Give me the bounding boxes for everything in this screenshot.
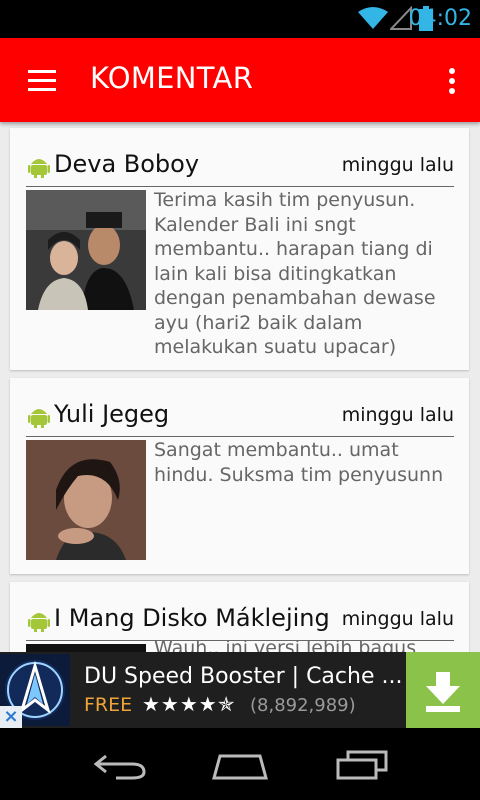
android-icon <box>28 613 50 632</box>
comment-text: Sangat membantu.. umat hindu. Suksma tim… <box>154 439 444 486</box>
android-icon <box>28 409 50 428</box>
avatar <box>26 190 146 310</box>
clock: 04:02 <box>408 6 472 31</box>
comment-text: Terima kasih tim penyusun. Kalender Bali… <box>154 189 436 358</box>
page-title: KOMENTAR <box>90 61 254 95</box>
comment-time: minggu lalu <box>337 154 454 176</box>
download-icon <box>426 672 460 712</box>
comment-text: Wauh.. ini versi lebih bagus <box>154 637 417 652</box>
overflow-menu-icon[interactable] <box>446 66 458 96</box>
comment-card: Yuli Jegeg minggu lalu Sangat membantu..… <box>10 378 469 574</box>
ad-banner[interactable]: × DU Speed Booster | Cache ... FREE ★★★★… <box>0 652 480 728</box>
home-icon[interactable] <box>212 750 268 780</box>
ad-price: FREE <box>84 694 133 716</box>
ad-title[interactable]: DU Speed Booster | Cache ... <box>84 664 402 689</box>
back-icon[interactable] <box>92 750 148 780</box>
comment-list[interactable]: Deva Boboy minggu lalu Terima kasih tim … <box>0 122 480 652</box>
rating-stars: ★★★★✯ <box>142 692 236 716</box>
avatar <box>26 644 146 652</box>
status-bar: 04:02 <box>0 0 480 38</box>
system-nav-bar <box>0 728 480 800</box>
comment-card: Deva Boboy minggu lalu Terima kasih tim … <box>10 128 469 370</box>
ad-close-icon[interactable]: × <box>0 706 22 728</box>
comment-header: Deva Boboy minggu lalu <box>26 150 454 187</box>
comment-time: minggu lalu <box>337 608 454 630</box>
commenter-name: Yuli Jegeg <box>54 400 170 428</box>
commenter-name: I Mang Disko Máklejing <box>54 604 330 632</box>
app-bar: KOMENTAR <box>0 38 480 122</box>
wifi-icon <box>358 7 388 29</box>
download-button[interactable] <box>406 652 480 728</box>
comment-header: Yuli Jegeg minggu lalu <box>26 400 454 437</box>
recent-apps-icon[interactable] <box>334 750 390 780</box>
android-icon <box>28 159 50 178</box>
commenter-name: Deva Boboy <box>54 150 200 178</box>
hamburger-menu-icon[interactable] <box>20 64 56 96</box>
comment-card: I Mang Disko Máklejing minggu lalu Wauh.… <box>10 582 469 652</box>
avatar <box>26 440 146 560</box>
comment-time: minggu lalu <box>337 404 454 426</box>
rating-count: (8,892,989) <box>250 695 356 716</box>
